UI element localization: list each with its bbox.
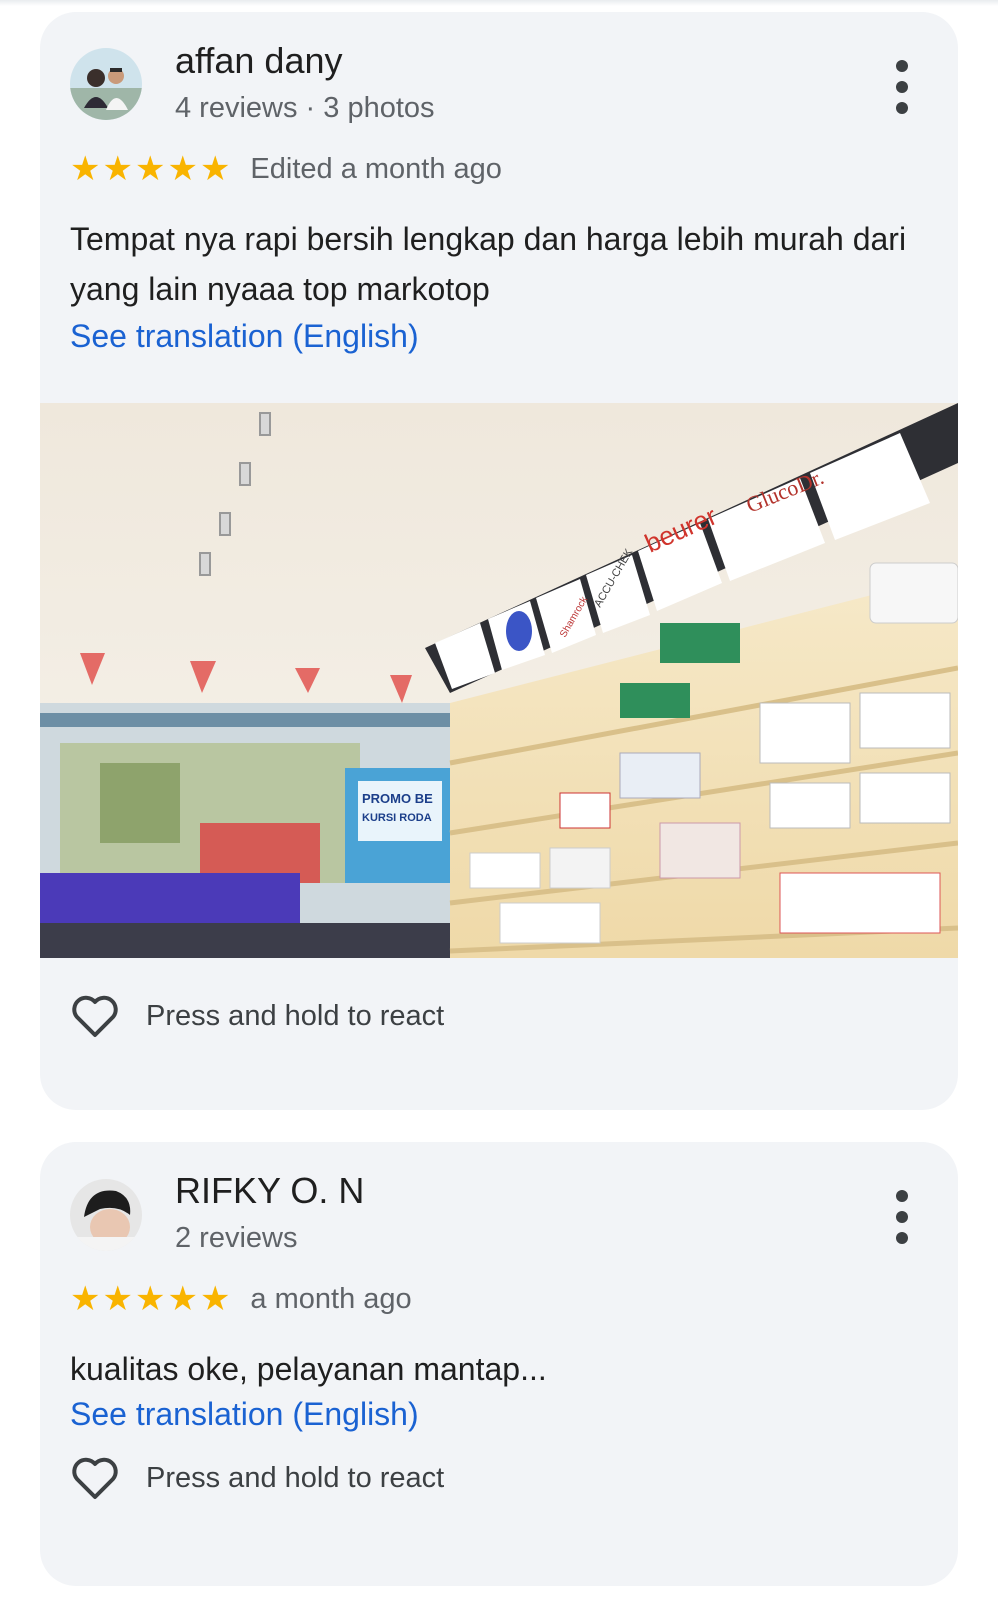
heart-outline-icon (72, 995, 118, 1037)
review-text: kualitas oke, pelayanan mantap... (70, 1351, 547, 1387)
react-label: Press and hold to react (146, 1461, 445, 1494)
author-name[interactable]: RIFKY O. N (175, 1170, 364, 1212)
star-icon: ★ (167, 1280, 198, 1318)
review-card: RIFKY O. N 2 reviews ★ ★ ★ ★ ★ a month a… (40, 1142, 958, 1586)
heart-outline-icon (72, 1457, 118, 1499)
star-icon: ★ (199, 150, 231, 188)
review-date: a month ago (250, 1282, 412, 1315)
svg-text:KURSI RODA: KURSI RODA (362, 812, 432, 824)
review-photo[interactable]: PROMO BE KURSI RODA beurer ACCU-CHEK Sha… (40, 403, 958, 958)
star-icon: ★ (167, 150, 198, 188)
review-date: Edited a month ago (250, 152, 502, 185)
react-button[interactable]: Press and hold to react (70, 993, 444, 1039)
author-meta: 2 reviews (175, 1222, 298, 1254)
top-divider (0, 0, 998, 6)
star-icon: ★ (70, 150, 101, 188)
see-translation-link[interactable]: See translation (English) (70, 1396, 419, 1433)
star-icon: ★ (102, 1280, 133, 1318)
author-name[interactable]: affan dany (175, 40, 342, 82)
star-icon: ★ (70, 1280, 101, 1318)
more-vert-icon[interactable] (894, 60, 910, 132)
star-icon: ★ (199, 1280, 231, 1318)
rating-row: ★ ★ ★ ★ ★ Edited a month ago (70, 149, 502, 189)
see-translation-link[interactable]: See translation (English) (70, 318, 419, 355)
rating-row: ★ ★ ★ ★ ★ a month ago (70, 1279, 412, 1319)
avatar[interactable] (70, 1179, 142, 1251)
star-icon: ★ (134, 1280, 166, 1318)
review-card: affan dany 4 reviews · 3 photos ★ ★ ★ ★ … (40, 12, 958, 1110)
star-icon: ★ (134, 150, 166, 188)
svg-text:PROMO BE: PROMO BE (362, 791, 433, 806)
star-rating: ★ ★ ★ ★ ★ (70, 149, 230, 189)
avatar[interactable] (70, 48, 142, 120)
star-rating: ★ ★ ★ ★ ★ (70, 1279, 230, 1319)
react-label: Press and hold to react (146, 999, 445, 1032)
star-icon: ★ (102, 150, 133, 188)
more-vert-icon[interactable] (894, 1190, 910, 1262)
react-button[interactable]: Press and hold to react (70, 1455, 444, 1501)
author-meta: 4 reviews · 3 photos (175, 92, 435, 124)
review-text: Tempat nya rapi bersih lengkap dan harga… (70, 221, 907, 307)
